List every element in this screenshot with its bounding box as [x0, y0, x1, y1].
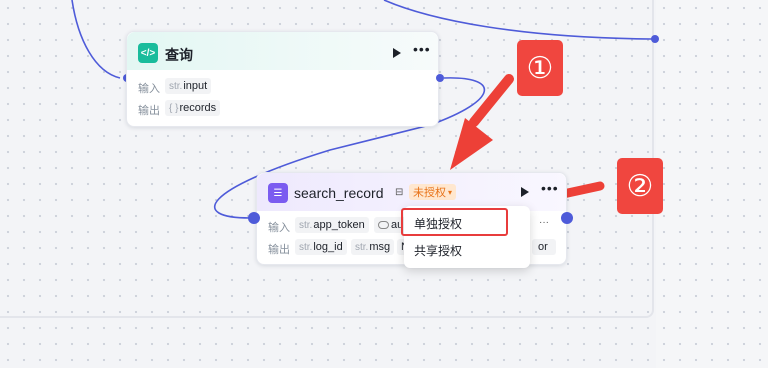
- search-record-node-title: search_record: [294, 185, 384, 201]
- wire-into-query: [71, 0, 121, 79]
- input-label: 输入: [268, 222, 290, 234]
- plugin-icon: ⊟: [395, 187, 404, 198]
- more-icon[interactable]: •••: [541, 181, 559, 195]
- annotation-step-2: ②: [617, 158, 663, 214]
- search-record-output-port[interactable]: [561, 212, 573, 224]
- annotation-step-1: ①: [517, 40, 563, 96]
- input-param-chip: str. input: [165, 78, 212, 94]
- toggle-icon: [378, 221, 389, 229]
- output-label: 输出: [268, 244, 290, 256]
- code-icon: </>: [138, 43, 158, 63]
- run-icon[interactable]: [521, 187, 529, 197]
- input-param-chip: str. app_token: [295, 217, 369, 233]
- end-port[interactable]: [651, 35, 659, 43]
- output-param-chip: or: [532, 239, 556, 255]
- output-param-chip: str. log_id: [295, 239, 347, 255]
- output-param-chip: str. msg: [351, 239, 395, 255]
- auth-status-badge[interactable]: 未授权 ▾: [409, 184, 457, 200]
- highlight-box: [401, 208, 508, 236]
- search-record-input-port[interactable]: [248, 212, 260, 224]
- query-output-port[interactable]: [436, 74, 444, 82]
- run-icon[interactable]: [393, 48, 401, 58]
- more-params-icon[interactable]: ···: [539, 217, 549, 228]
- more-icon[interactable]: •••: [413, 42, 431, 56]
- query-node-title: 查询: [165, 47, 193, 63]
- output-label: 输出: [138, 105, 160, 117]
- query-node[interactable]: </> 查询 ••• 输入 str. input 输出 { } records: [126, 31, 439, 127]
- annotation-arrow-1-head: [450, 118, 493, 170]
- chevron-down-icon: ▾: [448, 187, 453, 197]
- input-label: 输入: [138, 83, 160, 95]
- annotation-arrow-1-shaft: [469, 74, 514, 127]
- menu-item-shared-auth[interactable]: 共享授权: [404, 237, 530, 263]
- output-param-chip: { } records: [165, 100, 221, 116]
- table-icon: ☰: [268, 183, 288, 203]
